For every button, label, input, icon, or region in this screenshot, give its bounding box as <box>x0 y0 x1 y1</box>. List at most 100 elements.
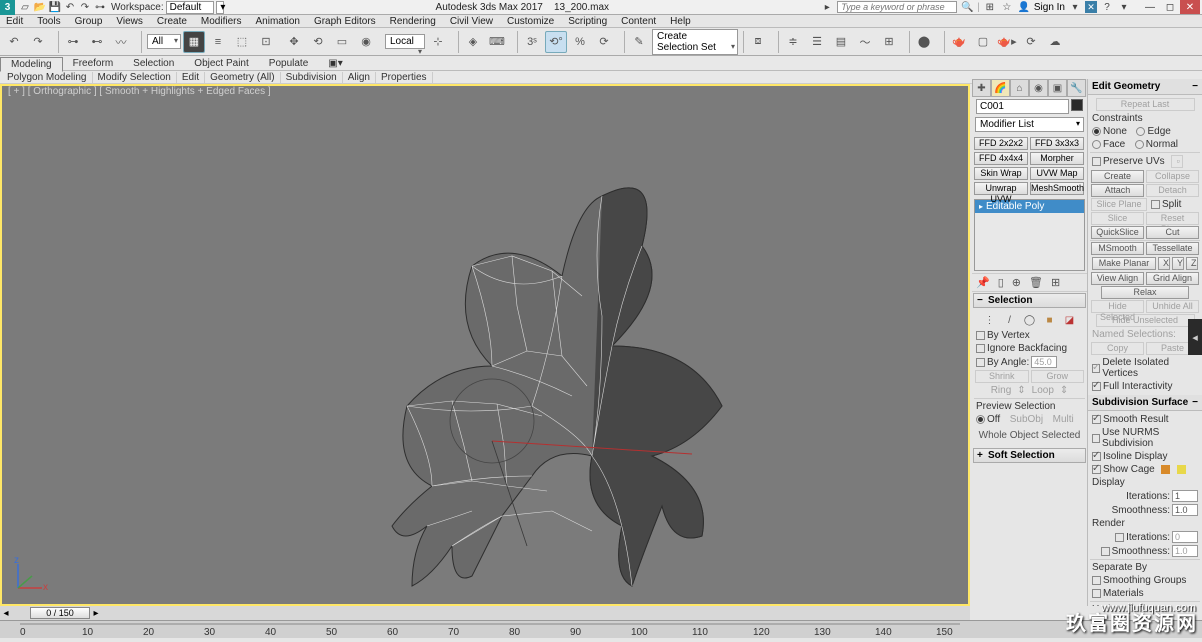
qat-save[interactable]: 💾 <box>48 1 62 13</box>
qat-open[interactable]: 📂 <box>33 1 47 13</box>
btn-tessellate[interactable]: Tessellate <box>1146 242 1199 255</box>
rad-normal[interactable] <box>1135 140 1144 149</box>
qat-link[interactable]: ⊶ <box>93 1 107 13</box>
search-btn[interactable]: 🔍 <box>960 1 974 13</box>
scale-button[interactable]: ▭ <box>331 31 353 53</box>
pivot-button[interactable]: ⊹ <box>427 31 449 53</box>
menu-customize[interactable]: Customize <box>507 16 554 27</box>
rsub-properties[interactable]: Properties <box>376 72 433 83</box>
modbtn-morpher[interactable]: Morpher <box>1030 152 1084 165</box>
edit-named-sel-button[interactable]: ✎ <box>628 31 650 53</box>
timeslider-prev[interactable]: ◂ <box>0 608 12 619</box>
signin-link[interactable]: Sign In <box>1034 2 1065 13</box>
schematic-view-button[interactable]: ⊞ <box>878 31 900 53</box>
tab-motion[interactable]: ◉ <box>1029 79 1048 97</box>
menu-create[interactable]: Create <box>157 16 187 27</box>
link-button[interactable]: ⊶ <box>62 31 84 53</box>
select-object-button[interactable]: ▦ <box>183 31 205 53</box>
btn-planar-z[interactable]: Z <box>1186 257 1198 270</box>
chk-split[interactable] <box>1151 200 1160 209</box>
workspace-dropdown[interactable]: Default <box>166 1 215 14</box>
rad-face[interactable] <box>1092 140 1101 149</box>
stack-make-unique-icon[interactable]: ⊕ <box>1012 276 1021 289</box>
tab-hierarchy[interactable]: ⌂ <box>1010 79 1029 97</box>
qat-new[interactable]: ▱ <box>18 1 32 13</box>
menu-content[interactable]: Content <box>621 16 656 27</box>
subobj-polygon[interactable]: ■ <box>1043 313 1057 327</box>
select-region-button[interactable]: ⬚ <box>231 31 253 53</box>
panel-edit-geometry[interactable]: Edit Geometry <box>1088 79 1202 95</box>
stack-editable-poly[interactable]: Editable Poly <box>975 200 1084 213</box>
modifier-list-dropdown[interactable]: Modifier List <box>975 117 1084 132</box>
chk-render-iter[interactable] <box>1115 533 1124 542</box>
modbtn-ffd222[interactable]: FFD 2x2x2 <box>974 137 1028 150</box>
modbtn-ffd444[interactable]: FFD 4x4x4 <box>974 152 1028 165</box>
chk-isoline[interactable] <box>1092 452 1101 461</box>
ribbon-tab-objectpaint[interactable]: Object Paint <box>184 56 258 71</box>
modbtn-skinwrap[interactable]: Skin Wrap <box>974 167 1028 180</box>
rsub-subdivision[interactable]: Subdivision <box>281 72 343 83</box>
mirror-button[interactable]: ⧈ <box>747 31 769 53</box>
render-cloud-button[interactable]: ☁ <box>1044 31 1066 53</box>
stack-remove-icon[interactable]: 🗑 <box>1029 276 1043 289</box>
material-editor-button[interactable]: ⬤ <box>913 31 935 53</box>
timeslider-next[interactable]: ▸ <box>90 608 102 619</box>
menu-scripting[interactable]: Scripting <box>568 16 607 27</box>
rollout-soft-selection[interactable]: Soft Selection <box>973 448 1086 463</box>
rad-off[interactable] <box>976 415 985 424</box>
placement-button[interactable]: ◉ <box>355 31 377 53</box>
help-dd[interactable]: ▾ <box>1117 1 1131 13</box>
time-slider[interactable]: ◂ 0 / 150 ▸ <box>0 606 970 620</box>
btn-planar-x[interactable]: X <box>1158 257 1170 270</box>
render-production-button[interactable]: 🫖▸ <box>996 31 1018 53</box>
stack-show-end-icon[interactable]: ▯ <box>998 276 1004 289</box>
rsub-geometry-all[interactable]: Geometry (All) <box>205 72 280 83</box>
tab-utilities[interactable]: 🔧 <box>1067 79 1086 97</box>
minimize-button[interactable]: — <box>1140 0 1160 14</box>
undo-button[interactable]: ↶ <box>3 31 25 53</box>
help-icon[interactable]: ? <box>1100 1 1114 13</box>
workspace-dropdown-arrow[interactable]: ▾ <box>216 1 224 14</box>
btn-view-align[interactable]: View Align <box>1091 272 1144 285</box>
menu-tools[interactable]: Tools <box>37 16 60 27</box>
btn-planar-y[interactable]: Y <box>1172 257 1184 270</box>
rsub-edit[interactable]: Edit <box>177 72 205 83</box>
subobj-vertex[interactable]: ⋮ <box>983 313 997 327</box>
percent-snap-button[interactable]: % <box>569 31 591 53</box>
maximize-button[interactable]: ◻ <box>1160 0 1180 14</box>
viewport[interactable]: [ + ] [ Orthographic ] [ Smooth + Highli… <box>0 84 970 606</box>
menu-modifiers[interactable]: Modifiers <box>201 16 242 27</box>
disp-smoothness-spinner[interactable]: 1.0 <box>1172 504 1198 516</box>
chk-smooth-result[interactable] <box>1092 415 1101 424</box>
cage-color2[interactable] <box>1177 465 1186 474</box>
subobj-border[interactable]: ◯ <box>1023 313 1037 327</box>
menu-animation[interactable]: Animation <box>255 16 299 27</box>
infocenter-arrow[interactable]: ▸ <box>820 1 834 13</box>
disp-iterations-spinner[interactable]: 1 <box>1172 490 1198 502</box>
rsub-align[interactable]: Align <box>343 72 376 83</box>
ref-coord-dropdown[interactable]: Local <box>385 34 425 49</box>
chk-materials[interactable] <box>1092 589 1101 598</box>
redo-button[interactable]: ↷ <box>27 31 49 53</box>
qat-redo[interactable]: ↷ <box>78 1 92 13</box>
object-name-input[interactable]: C001 <box>976 99 1069 114</box>
btn-grid-align[interactable]: Grid Align <box>1146 272 1199 285</box>
btn-make-planar[interactable]: Make Planar <box>1092 257 1156 270</box>
rad-edge[interactable] <box>1136 127 1145 136</box>
bind-spacewarp-button[interactable]: 〰 <box>110 31 132 53</box>
angle-snap-button[interactable]: ⟲° <box>545 31 567 53</box>
rollout-selection[interactable]: Selection <box>973 293 1086 308</box>
ribbon-tab-selection[interactable]: Selection <box>123 56 184 71</box>
snap-toggle-3-button[interactable]: 3ˢ <box>521 31 543 53</box>
modbtn-unwrapuvw[interactable]: Unwrap UVW <box>974 182 1028 195</box>
app-icon[interactable]: 3 <box>0 0 15 15</box>
cage-color1[interactable] <box>1161 465 1170 474</box>
btn-cut[interactable]: Cut <box>1146 226 1199 239</box>
stack-pin-icon[interactable]: 📌 <box>976 276 990 289</box>
window-crossing-button[interactable]: ⊡ <box>255 31 277 53</box>
stack-configure-icon[interactable]: ⊞ <box>1051 276 1060 289</box>
menu-views[interactable]: Views <box>116 16 143 27</box>
btn-create[interactable]: Create <box>1091 170 1144 183</box>
btn-relax[interactable]: Relax <box>1101 286 1189 299</box>
chk-render-smooth[interactable] <box>1101 547 1110 556</box>
